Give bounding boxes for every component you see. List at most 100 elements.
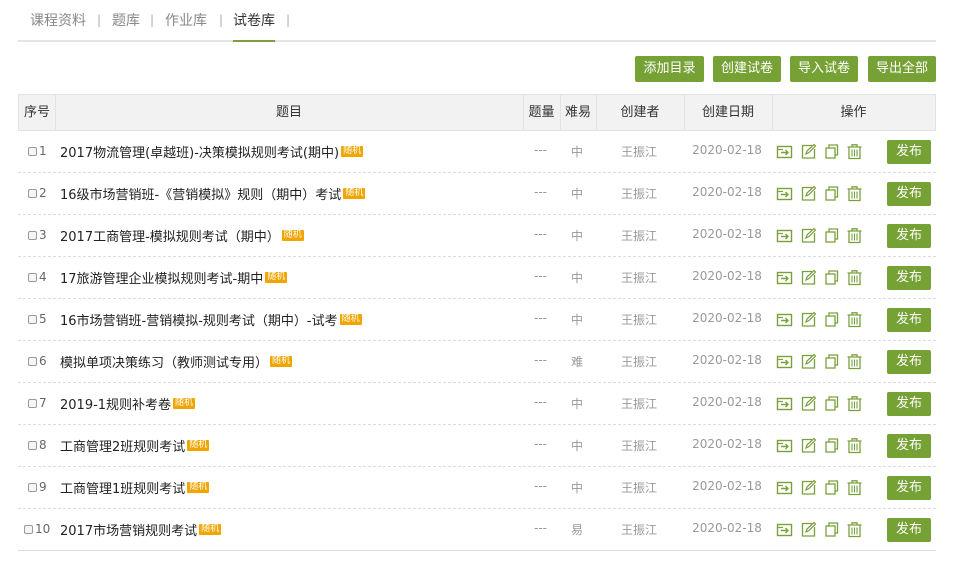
header-difficulty: 难易 [564, 105, 591, 120]
add-directory-button[interactable]: 添加目录 [635, 56, 704, 82]
import-paper-button[interactable]: 导入试卷 [790, 56, 858, 82]
row-checkbox[interactable] [28, 441, 37, 450]
edit-icon[interactable] [800, 227, 817, 244]
copy-icon[interactable] [823, 143, 840, 160]
move-to-folder-icon[interactable] [776, 269, 793, 286]
creator: 王振江 [620, 145, 657, 159]
trash-icon[interactable] [846, 479, 863, 496]
move-to-folder-icon[interactable] [776, 437, 793, 454]
paper-title[interactable]: 17旅游管理企业模拟规则考试-期中 随机 [60, 268, 288, 287]
row-checkbox[interactable] [24, 525, 33, 534]
publish-button[interactable]: 发布 [887, 140, 931, 164]
paper-title[interactable]: 工商管理1班规则考试 随机 [60, 478, 210, 497]
header-index: 序号 [23, 105, 50, 120]
edit-icon[interactable] [800, 311, 817, 328]
paper-title[interactable]: 2017物流管理(卓越班)-决策模拟规则考试(期中) 随机 [60, 142, 364, 161]
copy-icon[interactable] [823, 437, 840, 454]
table-row: 3 2017工商管理-模拟规则考试（期中） 随机 --- 中 王振江 2020-0… [18, 215, 936, 257]
publish-button[interactable]: 发布 [887, 224, 931, 248]
trash-icon[interactable] [846, 353, 863, 370]
edit-icon[interactable] [800, 521, 817, 538]
question-count: --- [534, 227, 547, 241]
copy-icon[interactable] [823, 227, 840, 244]
table-row: 7 2019-1规则补考卷 随机 --- 中 王振江 2020-02-18 发布 [18, 383, 936, 425]
publish-button[interactable]: 发布 [887, 476, 931, 500]
trash-icon[interactable] [846, 395, 863, 412]
tab-course-materials[interactable]: 课程资料 [30, 12, 86, 42]
move-to-folder-icon[interactable] [776, 185, 793, 202]
paper-title[interactable]: 16级市场营销班-《营销模拟》规则（期中）考试 随机 [60, 184, 366, 203]
publish-button[interactable]: 发布 [887, 266, 931, 290]
paper-title[interactable]: 2019-1规则补考卷 随机 [60, 394, 196, 413]
tab-question-bank[interactable]: 题库 [112, 12, 140, 42]
table-row: 6 模拟单项决策练习（教师测试专用） 随机 --- 难 王振江 2020-02-1… [18, 341, 936, 383]
trash-icon[interactable] [846, 437, 863, 454]
export-all-button[interactable]: 导出全部 [868, 56, 936, 82]
edit-icon[interactable] [800, 353, 817, 370]
question-count: --- [534, 479, 547, 493]
move-to-folder-icon[interactable] [776, 479, 793, 496]
copy-icon[interactable] [823, 353, 840, 370]
copy-icon[interactable] [823, 521, 840, 538]
row-checkbox[interactable] [28, 357, 37, 366]
row-index: 10 [35, 522, 51, 536]
trash-icon[interactable] [846, 311, 863, 328]
publish-button[interactable]: 发布 [887, 182, 931, 206]
paper-title[interactable]: 工商管理2班规则考试 随机 [60, 436, 210, 455]
publish-button[interactable]: 发布 [887, 392, 931, 416]
paper-title[interactable]: 2017工商管理-模拟规则考试（期中） 随机 [60, 226, 304, 245]
paper-title[interactable]: 2017市场营销规则考试 随机 [60, 520, 222, 539]
trash-icon[interactable] [846, 185, 863, 202]
edit-icon[interactable] [800, 395, 817, 412]
publish-button[interactable]: 发布 [887, 434, 931, 458]
publish-button[interactable]: 发布 [887, 350, 931, 374]
row-checkbox[interactable] [28, 483, 37, 492]
tab-separator: | [97, 13, 102, 27]
trash-icon[interactable] [846, 227, 863, 244]
copy-icon[interactable] [823, 479, 840, 496]
row-checkbox[interactable] [28, 273, 37, 282]
table-header: 序号 题目 题量 难易 创建者 创建日期 操作 [18, 94, 936, 131]
row-checkbox[interactable] [28, 399, 37, 408]
move-to-folder-icon[interactable] [776, 227, 793, 244]
edit-icon[interactable] [800, 143, 817, 160]
created-date: 2020-02-18 [692, 185, 762, 199]
creator: 王振江 [620, 355, 657, 369]
tab-separator: | [150, 13, 155, 27]
publish-button[interactable]: 发布 [887, 518, 931, 542]
tab-exam-bank[interactable]: 试卷库 [233, 12, 275, 42]
row-checkbox[interactable] [28, 315, 37, 324]
row-checkbox[interactable] [28, 189, 37, 198]
move-to-folder-icon[interactable] [776, 353, 793, 370]
edit-icon[interactable] [800, 479, 817, 496]
copy-icon[interactable] [823, 395, 840, 412]
edit-icon[interactable] [800, 185, 817, 202]
move-to-folder-icon[interactable] [776, 311, 793, 328]
header-date: 创建日期 [701, 105, 754, 120]
trash-icon[interactable] [846, 269, 863, 286]
trash-icon[interactable] [846, 521, 863, 538]
publish-button[interactable]: 发布 [887, 308, 931, 332]
tab-homework-bank[interactable]: 作业库 [165, 12, 207, 42]
trash-icon[interactable] [846, 143, 863, 160]
random-tag: 随机 [187, 482, 210, 493]
copy-icon[interactable] [823, 311, 840, 328]
random-tag: 随机 [339, 314, 362, 325]
copy-icon[interactable] [823, 185, 840, 202]
row-index: 9 [39, 480, 47, 494]
edit-icon[interactable] [800, 269, 817, 286]
difficulty: 易 [570, 523, 583, 537]
create-paper-button[interactable]: 创建试卷 [713, 56, 781, 82]
exam-table: 序号 题目 题量 难易 创建者 创建日期 操作 1 2017物流管理(卓越班)-… [18, 94, 936, 551]
row-checkbox[interactable] [28, 147, 37, 156]
move-to-folder-icon[interactable] [776, 521, 793, 538]
paper-title-text: 工商管理1班规则考试 [60, 482, 186, 497]
move-to-folder-icon[interactable] [776, 143, 793, 160]
paper-title[interactable]: 16市场营销班-营销模拟-规则考试（期中）-试考 随机 [60, 310, 362, 329]
copy-icon[interactable] [823, 269, 840, 286]
paper-title[interactable]: 模拟单项决策练习（教师测试专用） 随机 [60, 352, 293, 371]
difficulty: 中 [570, 145, 583, 159]
row-checkbox[interactable] [28, 231, 37, 240]
edit-icon[interactable] [800, 437, 817, 454]
move-to-folder-icon[interactable] [776, 395, 793, 412]
